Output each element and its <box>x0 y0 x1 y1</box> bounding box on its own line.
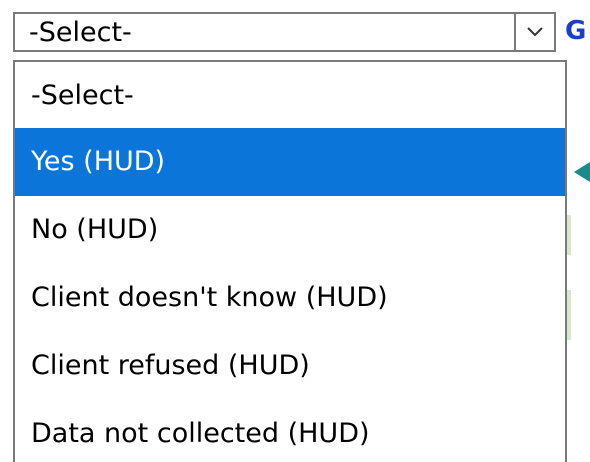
option-yes-hud[interactable]: Yes (HUD) <box>15 128 565 196</box>
option-label: Yes (HUD) <box>31 146 166 177</box>
dropdown-options-list[interactable]: -Select- Yes (HUD) No (HUD) Client doesn… <box>13 60 567 462</box>
option-select[interactable]: -Select- <box>15 62 565 130</box>
screenshot-stage: -Select- G -Select- Yes (HUD) No (HUD) C… <box>0 0 590 462</box>
option-data-not-collected-hud[interactable]: Data not collected (HUD) <box>15 400 565 462</box>
option-label: Data not collected (HUD) <box>31 418 370 449</box>
option-no-hud[interactable]: No (HUD) <box>15 196 565 264</box>
option-client-doesnt-know-hud[interactable]: Client doesn't know (HUD) <box>15 264 565 332</box>
option-label: Client doesn't know (HUD) <box>31 282 388 313</box>
option-label: -Select- <box>31 80 134 111</box>
pointer-arrow-icon <box>574 162 590 182</box>
background-fragment <box>567 290 571 340</box>
hud-select[interactable]: -Select- <box>13 12 556 52</box>
go-link[interactable]: G <box>565 13 586 49</box>
select-dropdown-button[interactable] <box>514 14 554 50</box>
select-current-value: -Select- <box>29 17 132 48</box>
background-fragment <box>567 215 571 255</box>
option-label: Client refused (HUD) <box>31 350 310 381</box>
option-label: No (HUD) <box>31 214 159 245</box>
chevron-down-icon <box>527 27 543 37</box>
option-client-refused-hud[interactable]: Client refused (HUD) <box>15 332 565 400</box>
